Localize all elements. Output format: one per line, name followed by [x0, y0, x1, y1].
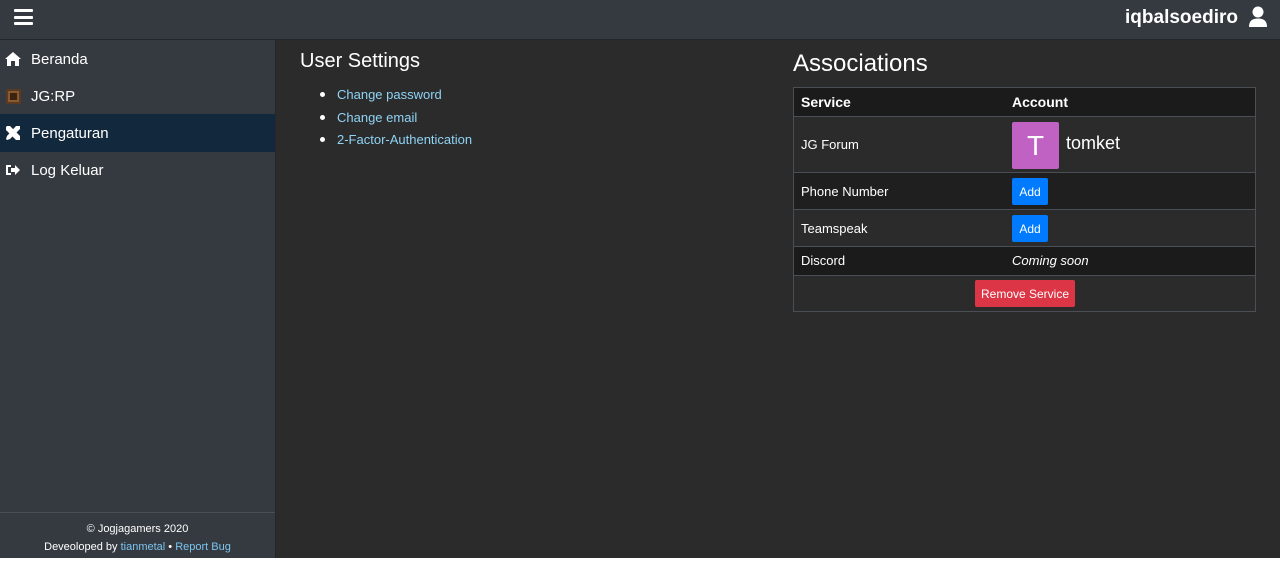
add-teamspeak-button[interactable]: Add [1012, 215, 1048, 242]
add-phone-number-button[interactable]: Add [1012, 178, 1048, 205]
coming-soon-text: Coming soon [1012, 253, 1089, 268]
report-bug-link[interactable]: Report Bug [175, 541, 231, 553]
associations-title: Associations [793, 50, 928, 77]
sidebar-item-label: Pengaturan [31, 124, 109, 142]
table-row: JG Forum T tomket [794, 117, 1255, 173]
sidebar-item-label: JG:RP [31, 87, 76, 105]
user-settings-title: User Settings [300, 50, 421, 72]
change-email-link[interactable]: Change email [337, 110, 417, 125]
service-name: Teamspeak [801, 221, 868, 236]
jgrp-logo-icon [5, 88, 21, 104]
table-row: Teamspeak Add [794, 210, 1255, 247]
account-column-header: Account [1012, 94, 1068, 110]
service-name: Phone Number [801, 184, 889, 199]
avatar: T [1012, 122, 1059, 169]
table-row: Discord Coming soon [794, 247, 1255, 276]
associations-table: Service Account JG Forum T tomket Phone … [793, 87, 1256, 312]
service-column-header: Service [801, 94, 851, 110]
user-settings-list: Change password Change email 2-Factor-Au… [320, 84, 472, 152]
remove-service-button[interactable]: Remove Service [975, 280, 1075, 307]
sign-out-icon [5, 162, 21, 178]
sidebar-item-label: Log Keluar [31, 161, 104, 179]
developer-link[interactable]: tianmetal [121, 541, 166, 553]
table-header-row: Service Account [794, 88, 1255, 117]
service-name: Discord [801, 253, 846, 268]
service-name: JG Forum [801, 137, 859, 152]
change-password-link[interactable]: Change password [337, 87, 442, 102]
list-item: 2-Factor-Authentication [320, 129, 472, 152]
top-navbar: iqbalsoediro [0, 0, 1280, 40]
two-factor-auth-link[interactable]: 2-Factor-Authentication [337, 132, 472, 147]
list-item: Change email [320, 107, 472, 130]
home-icon [5, 51, 21, 67]
sidebar-item-pengaturan[interactable]: Pengaturan [0, 114, 275, 152]
list-item: Change password [320, 84, 472, 107]
tools-icon [5, 125, 21, 141]
sidebar-item-log-keluar[interactable]: Log Keluar [0, 151, 275, 189]
copyright-text: © Jogjagamers 2020 [86, 523, 189, 535]
table-row: Remove Service [794, 276, 1255, 311]
sidebar: Beranda JG:RP Pengaturan Log Keluar © Jo… [0, 40, 276, 558]
sidebar-item-jgrp[interactable]: JG:RP [0, 77, 275, 115]
sidebar-footer: © Jogjagamers 2020 Deveoloped by tianmet… [0, 512, 275, 558]
hamburger-icon[interactable] [14, 9, 33, 25]
forum-username: tomket [1066, 133, 1121, 153]
sidebar-item-beranda[interactable]: Beranda [0, 40, 275, 78]
developer-credit: Deveoloped by tianmetal • Report Bug [44, 541, 231, 553]
sidebar-item-label: Beranda [31, 50, 88, 68]
user-icon[interactable] [1248, 6, 1268, 28]
table-row: Phone Number Add [794, 173, 1255, 210]
username[interactable]: iqbalsoediro [1125, 6, 1238, 30]
